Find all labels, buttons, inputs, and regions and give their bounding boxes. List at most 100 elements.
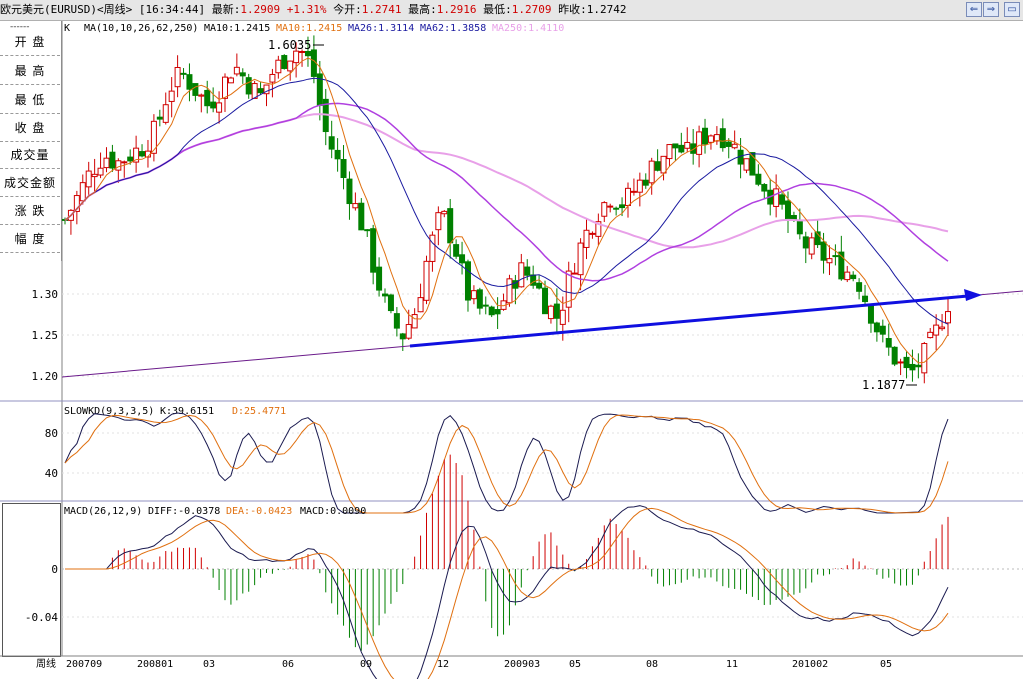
- candle-body: [648, 160, 655, 184]
- ma10a-legend: MA10:1.2415: [204, 23, 270, 34]
- candle-body: [103, 157, 110, 169]
- x-tick: 200801: [137, 659, 173, 670]
- candle-body: [245, 77, 252, 95]
- candle-body: [488, 306, 495, 316]
- candle-body: [613, 207, 620, 210]
- candle-body: [678, 144, 685, 153]
- candle-body: [174, 66, 181, 88]
- candle-body: [233, 66, 240, 75]
- kd-legend: SLOWKD(9,3,3,5) K:39.6151 D:25.4771: [64, 406, 286, 417]
- x-axis: 周线 200709 200801 03 06 09 12 200903 05 0…: [36, 657, 892, 670]
- macd-histogram: [111, 454, 949, 651]
- candle-body: [304, 51, 311, 57]
- candle-body: [909, 363, 916, 371]
- macd-header: MACD(26,12,9): [64, 506, 142, 517]
- ma10b-legend: MA10:1.2415: [276, 23, 342, 34]
- x-tick: 05: [569, 659, 581, 670]
- candle-body: [808, 237, 815, 255]
- x-tick: 11: [726, 659, 738, 670]
- candle-body: [358, 202, 365, 231]
- candle-body: [210, 101, 217, 109]
- candle-body: [542, 287, 549, 315]
- candle-body: [97, 167, 104, 176]
- candle-body: [393, 313, 400, 329]
- candle-body: [441, 210, 448, 215]
- candle-body: [180, 72, 187, 75]
- candle-body: [802, 236, 809, 249]
- weekly-kline-chart[interactable]: 1.30 1.25 1.20 K MA(10,10,26,62,250) MA1…: [0, 0, 1023, 679]
- kd-y-axis: 80 40: [45, 427, 58, 480]
- candle-body: [826, 258, 833, 264]
- candle-body: [281, 55, 288, 69]
- candle-body: [642, 179, 649, 186]
- candle-body: [382, 293, 389, 297]
- candle-body: [666, 144, 673, 160]
- candle-body: [405, 324, 412, 339]
- ma26-legend: MA26:1.3114: [348, 23, 414, 34]
- x-tick: 06: [282, 659, 294, 670]
- x-tick: 09: [360, 659, 372, 670]
- candle-body: [85, 170, 92, 188]
- candle-body: [139, 151, 146, 157]
- candle-body: [867, 305, 874, 324]
- candle-body: [287, 60, 294, 72]
- candle-body: [239, 72, 246, 77]
- candle-body: [873, 322, 880, 333]
- price-tick: 1.25: [32, 329, 59, 342]
- candle-body: [464, 261, 471, 301]
- trend-line: [409, 294, 969, 348]
- x-tick: 03: [203, 659, 215, 670]
- candle-body: [459, 254, 466, 264]
- candle-body: [636, 179, 643, 193]
- candle-body: [796, 221, 803, 235]
- macd-legend: MACD(26,12,9) DIFF:-0.0378 DEA:-0.0423 M…: [64, 506, 366, 517]
- candle-body: [476, 289, 483, 309]
- candle-body: [879, 325, 886, 335]
- kd-k-line: [64, 412, 949, 514]
- candle-body: [571, 272, 578, 275]
- candle-body: [370, 228, 377, 273]
- candle-body: [939, 326, 946, 330]
- x-tick: 08: [646, 659, 658, 670]
- macd-diff-value: DIFF:-0.0378: [148, 506, 220, 517]
- candle-body: [447, 208, 454, 244]
- candle-body: [518, 262, 525, 288]
- high-annotation: 1.6035: [268, 38, 311, 52]
- candle-body: [79, 182, 86, 202]
- candlesticks: [62, 35, 951, 384]
- candle-body: [927, 331, 934, 339]
- price-tick: 1.20: [32, 370, 59, 383]
- candle-body: [696, 131, 703, 155]
- candle-body: [387, 294, 394, 312]
- candle-body: [293, 50, 300, 64]
- candle-body: [506, 278, 513, 304]
- candle-body: [589, 232, 596, 235]
- x-tick: 12: [437, 659, 449, 670]
- candle-body: [885, 338, 892, 348]
- macd-dea-line: [65, 507, 949, 679]
- candle-body: [832, 255, 839, 258]
- candle-body: [607, 205, 614, 208]
- candle-body: [897, 361, 904, 364]
- candle-body: [624, 187, 631, 206]
- macd-tick: -0.04: [25, 611, 58, 624]
- candle-body: [376, 266, 383, 291]
- candle-body: [719, 128, 726, 149]
- macd-lines: [65, 505, 949, 679]
- ma62-legend: MA62:1.3858: [420, 23, 486, 34]
- macd-dea-value: DEA:-0.0423: [226, 506, 292, 517]
- candle-body: [204, 89, 211, 107]
- candle-body: [844, 271, 851, 281]
- period-label: 周线: [36, 657, 56, 670]
- candle-body: [553, 303, 560, 319]
- candle-body: [743, 158, 750, 171]
- candle-body: [921, 343, 928, 374]
- ma-header: MA(10,10,26,62,250): [84, 23, 198, 34]
- candle-body: [790, 215, 797, 220]
- macd-y-axis: 0 -0.04: [25, 563, 58, 624]
- candle-body: [227, 77, 234, 84]
- candle-body: [755, 173, 762, 185]
- candle-body: [684, 141, 691, 149]
- candle-body: [856, 282, 863, 292]
- candle-body: [423, 260, 430, 301]
